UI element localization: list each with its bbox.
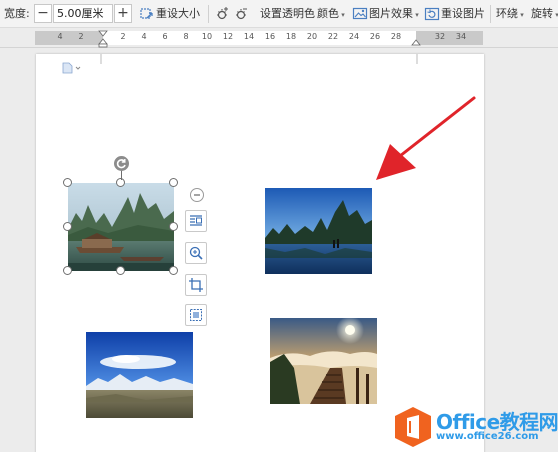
picture-sunrise-clouds[interactable]: [270, 318, 377, 404]
set-transparent-color-button[interactable]: 设置透明色: [260, 0, 315, 28]
reset-size-button[interactable]: 重设大小: [156, 0, 200, 28]
ruler-number: 2: [78, 32, 84, 41]
site-watermark: Office教程网 www.office26.com: [392, 404, 558, 452]
chevron-down-icon: ▾: [555, 11, 558, 19]
first-line-indent-marker[interactable]: [98, 30, 108, 48]
top-left-crop-mark: [100, 54, 102, 64]
width-label: 宽度:: [4, 7, 30, 20]
ruler-number: 10: [201, 32, 213, 41]
selected-picture-guilin-river[interactable]: [68, 183, 174, 271]
color-dropdown[interactable]: 颜色 ▾: [317, 0, 345, 28]
rotate-icon: [116, 159, 126, 169]
paragraph-layout-icon[interactable]: [62, 62, 84, 74]
ruler-number: 32: [434, 32, 446, 41]
picture-lake-mountains[interactable]: [265, 188, 372, 274]
wrap-dropdown[interactable]: 环绕 ▾: [496, 0, 524, 28]
picture-toolbar: 宽度: − 5.00厘米 + 重设大小 设置透明色 颜色 ▾ 图片效果 ▾ 重设…: [0, 0, 558, 28]
picture-effects-icon: [352, 6, 368, 22]
resize-handle-left[interactable]: [63, 222, 72, 231]
watermark-url: www.office26.com: [436, 431, 539, 442]
width-increase-button[interactable]: +: [114, 4, 132, 23]
rotate-handle[interactable]: [114, 156, 129, 171]
brightness-up-icon[interactable]: [214, 6, 230, 22]
zoom-in-icon: [189, 246, 203, 260]
reset-picture-button[interactable]: 重设图片: [441, 0, 485, 28]
ruler-number: 14: [243, 32, 255, 41]
picture-effects-dropdown[interactable]: 图片效果 ▾: [369, 0, 419, 28]
resize-handle-top-right[interactable]: [169, 178, 178, 187]
chevron-down-icon: ▾: [413, 11, 419, 19]
ruler-number: 22: [327, 32, 339, 41]
ruler-right-margin: [416, 31, 483, 45]
office-logo-icon: [395, 407, 431, 447]
chevron-down-icon: ▾: [518, 11, 524, 19]
color-label: 颜色: [317, 7, 339, 20]
toolbar-divider: [490, 5, 491, 23]
ruler-number: 12: [222, 32, 234, 41]
reset-size-icon: [139, 6, 155, 22]
ruler-number: 8: [183, 32, 189, 41]
ruler-number: 24: [348, 32, 360, 41]
ruler-number: 4: [57, 32, 63, 41]
layout-options-button[interactable]: [185, 210, 207, 232]
top-right-crop-mark: [416, 54, 418, 64]
reset-picture-icon: [424, 6, 440, 22]
brightness-down-icon[interactable]: [233, 6, 249, 22]
crop-picture-button[interactable]: [185, 274, 207, 296]
resize-handle-bottom[interactable]: [116, 266, 125, 275]
ruler-number: 4: [141, 32, 147, 41]
picture-snow-mountain-plain[interactable]: [86, 332, 193, 418]
ruler-number: 20: [306, 32, 318, 41]
collapse-tools-button[interactable]: [190, 188, 204, 202]
resize-handle-bottom-right[interactable]: [169, 266, 178, 275]
minus-icon: [194, 194, 200, 196]
ruler-number: 34: [455, 32, 467, 41]
ruler-number: 26: [369, 32, 381, 41]
document-canvas: [0, 48, 558, 452]
ruler-left-margin: [35, 31, 103, 45]
ruler-number: 16: [264, 32, 276, 41]
right-indent-marker[interactable]: [411, 38, 421, 46]
width-input[interactable]: 5.00厘米: [53, 4, 113, 23]
zoom-picture-button[interactable]: [185, 242, 207, 264]
rotate-dropdown[interactable]: 旋转 ▾: [531, 0, 558, 28]
picture-effects-label: 图片效果: [369, 7, 413, 20]
text-wrap-icon: [190, 215, 202, 226]
ruler-number: 28: [390, 32, 402, 41]
crop-icon: [189, 278, 203, 292]
ruler-number: 2: [120, 32, 126, 41]
resize-handle-right[interactable]: [169, 222, 178, 231]
resize-handle-top-left[interactable]: [63, 178, 72, 187]
horizontal-ruler: 4 2 2 4 6 8 10 12 14 16 18 20 22 24 26 2…: [0, 28, 558, 48]
rotate-label: 旋转: [531, 7, 553, 20]
red-annotation-arrow: [376, 96, 476, 180]
chevron-down-icon: ▾: [339, 11, 345, 19]
ruler-number: 18: [285, 32, 297, 41]
frame-icon: [190, 309, 202, 321]
wrap-label: 环绕: [496, 7, 518, 20]
width-decrease-button[interactable]: −: [34, 4, 52, 23]
ruler-number: 6: [162, 32, 168, 41]
toolbar-divider: [208, 5, 209, 23]
picture-frame-button[interactable]: [185, 304, 207, 326]
resize-handle-bottom-left[interactable]: [63, 266, 72, 275]
